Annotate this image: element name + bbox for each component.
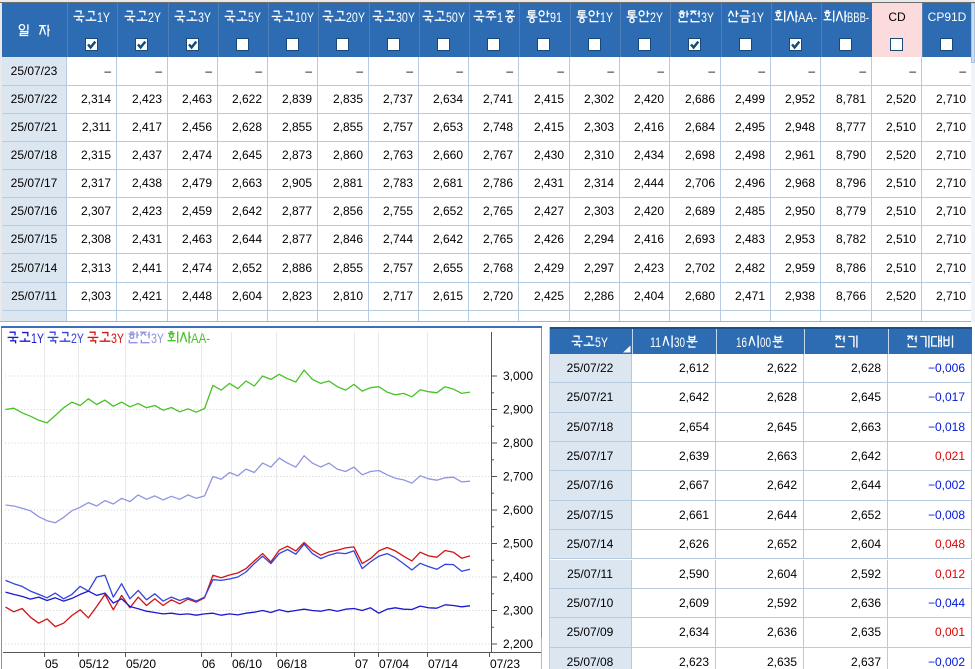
svg-text:10Y: 10Y xyxy=(295,10,314,24)
svg-text:2,200: 2,200 xyxy=(503,637,533,651)
svg-text:2,400: 2,400 xyxy=(503,570,533,584)
svg-text:20Y: 20Y xyxy=(346,10,365,24)
svg-text:BBB-: BBB- xyxy=(847,10,869,24)
svg-text:3Y: 3Y xyxy=(111,331,124,345)
svg-text:3Y: 3Y xyxy=(151,331,164,345)
svg-text:00: 00 xyxy=(760,335,771,349)
svg-text:1Y: 1Y xyxy=(600,10,613,24)
svg-text:2,900: 2,900 xyxy=(503,403,533,417)
svg-text:1: 1 xyxy=(497,10,503,24)
svg-text:07/23: 07/23 xyxy=(490,657,520,669)
svg-text:06/10: 06/10 xyxy=(232,657,262,669)
svg-text:AA-: AA- xyxy=(191,331,210,345)
svg-text:2,300: 2,300 xyxy=(503,604,533,618)
svg-text:05: 05 xyxy=(45,657,59,669)
svg-text:1Y: 1Y xyxy=(31,331,44,345)
svg-text:07: 07 xyxy=(355,657,369,669)
svg-text:5Y: 5Y xyxy=(595,335,608,349)
svg-text:1Y: 1Y xyxy=(97,10,110,24)
svg-text:11: 11 xyxy=(650,335,661,349)
svg-text:2Y: 2Y xyxy=(650,10,663,24)
svg-text:05/20: 05/20 xyxy=(126,657,156,669)
svg-text:50Y: 50Y xyxy=(446,10,465,24)
svg-text:2Y: 2Y xyxy=(71,331,84,345)
svg-text:07/14: 07/14 xyxy=(428,657,458,669)
svg-text:5Y: 5Y xyxy=(248,10,261,24)
svg-text:16: 16 xyxy=(736,335,747,349)
svg-text:2,700: 2,700 xyxy=(503,470,533,484)
svg-text:30Y: 30Y xyxy=(396,10,415,24)
svg-text:06: 06 xyxy=(202,657,216,669)
svg-text:91: 91 xyxy=(550,10,562,24)
svg-text:30: 30 xyxy=(674,335,685,349)
svg-text:06/18: 06/18 xyxy=(277,657,307,669)
svg-text:05/12: 05/12 xyxy=(79,657,109,669)
svg-text:2,600: 2,600 xyxy=(503,503,533,517)
svg-text:AA-: AA- xyxy=(798,10,817,24)
svg-text:2Y: 2Y xyxy=(148,10,161,24)
svg-text:3Y: 3Y xyxy=(701,10,714,24)
svg-text:2,800: 2,800 xyxy=(503,436,533,450)
svg-text:07/04: 07/04 xyxy=(379,657,409,669)
svg-text:3,000: 3,000 xyxy=(503,369,533,383)
svg-text:2,500: 2,500 xyxy=(503,537,533,551)
svg-text:1Y: 1Y xyxy=(751,10,764,24)
svg-text:3Y: 3Y xyxy=(198,10,211,24)
